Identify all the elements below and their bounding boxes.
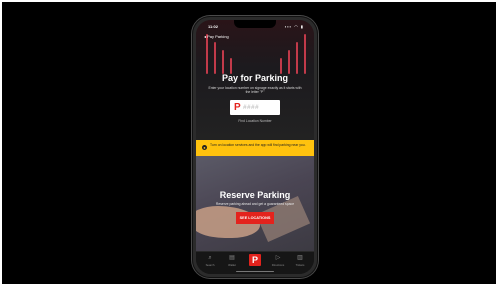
directions-icon: ▷ <box>275 255 281 261</box>
tab-parking[interactable]: P <box>244 254 266 272</box>
location-notice[interactable]: ● Turn on location services and the app … <box>196 140 314 156</box>
reserve-section: Reserve Parking Reserve parking ahead an… <box>196 156 314 252</box>
phone-notch <box>234 20 276 28</box>
light-strip <box>296 42 298 74</box>
tab-wallet[interactable]: ▤ Wallet <box>221 254 243 272</box>
pay-subtitle: Enter your location number on signage ex… <box>208 86 302 95</box>
home-indicator <box>236 270 274 272</box>
location-number-input[interactable]: P #### <box>230 100 280 115</box>
zone-prefix: P <box>234 102 241 113</box>
zone-placeholder: #### <box>243 104 260 111</box>
app-screen: 11:02 ▪▪▪ ◠ ▮ ◂ Pay Parking Pay for Park… <box>196 20 314 274</box>
search-icon: ⌕ <box>208 255 212 261</box>
phone-device: 11:02 ▪▪▪ ◠ ▮ ◂ Pay Parking Pay for Park… <box>192 16 318 278</box>
tab-label: Wallet <box>228 263 236 267</box>
parking-icon: P <box>249 254 261 266</box>
tab-label: Tickets <box>295 263 305 267</box>
tab-label: Search <box>205 263 215 267</box>
light-strip <box>222 50 224 74</box>
video-frame: 11:02 ▪▪▪ ◠ ▮ ◂ Pay Parking Pay for Park… <box>2 2 496 284</box>
reserve-subtitle: Reserve parking ahead and get a guarante… <box>215 202 295 206</box>
light-strip <box>288 50 290 74</box>
see-locations-button[interactable]: SEE LOCATIONS <box>236 212 274 224</box>
light-strip <box>230 58 232 74</box>
tab-tickets[interactable]: ▥ Tickets <box>289 254 311 272</box>
reserve-title: Reserve Parking <box>219 190 291 200</box>
location-pin-icon: ● <box>202 145 207 150</box>
signal-icon: ▪▪▪ ◠ ▮ <box>284 24 304 29</box>
pay-title: Pay for Parking <box>221 73 289 83</box>
tab-search[interactable]: ⌕ Search <box>199 254 221 272</box>
tab-directions[interactable]: ▷ Directions <box>267 254 289 272</box>
tab-bar: ⌕ Search ▤ Wallet P ▷ Directions ▥ Ticke… <box>196 251 314 274</box>
tab-label: Directions <box>271 263 285 267</box>
notice-text: Turn on location services and the app wi… <box>210 143 306 147</box>
light-strip <box>214 42 216 74</box>
light-strip <box>280 58 282 74</box>
status-time: 11:02 <box>208 24 219 29</box>
parking-hero: ◂ Pay Parking Pay for Parking Enter your… <box>196 20 314 140</box>
light-strip <box>206 34 208 74</box>
tickets-icon: ▥ <box>297 255 303 261</box>
back-link[interactable]: ◂ Pay Parking <box>204 34 229 39</box>
find-location-link[interactable]: Find Location Number <box>196 119 314 123</box>
light-strip <box>304 34 306 74</box>
wallet-icon: ▤ <box>229 255 235 261</box>
